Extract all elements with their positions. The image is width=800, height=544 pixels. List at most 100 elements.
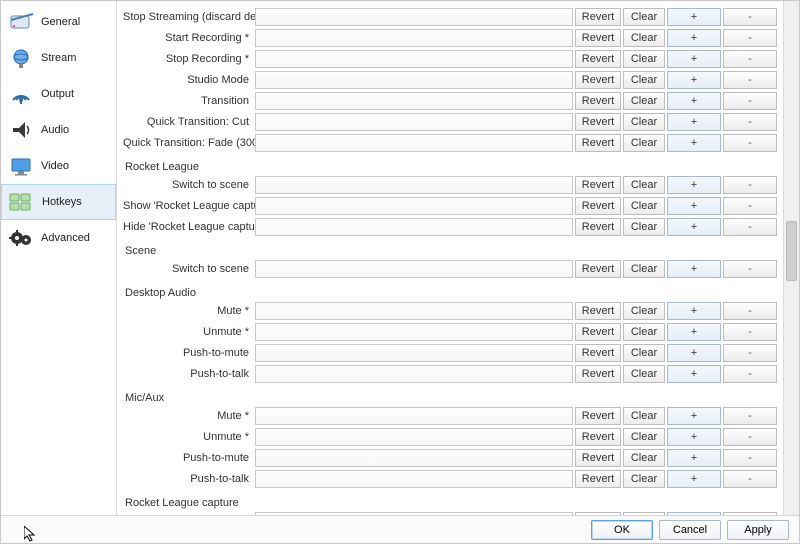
- add-button[interactable]: +: [667, 365, 721, 383]
- hotkey-input[interactable]: [255, 92, 573, 110]
- revert-button[interactable]: Revert: [575, 428, 621, 446]
- add-button[interactable]: +: [667, 8, 721, 26]
- hotkey-input[interactable]: [255, 407, 573, 425]
- remove-button[interactable]: -: [723, 449, 777, 467]
- revert-button[interactable]: Revert: [575, 8, 621, 26]
- hotkey-input[interactable]: [255, 8, 573, 26]
- add-button[interactable]: +: [667, 344, 721, 362]
- remove-button[interactable]: -: [723, 323, 777, 341]
- remove-button[interactable]: -: [723, 134, 777, 152]
- remove-button[interactable]: -: [723, 365, 777, 383]
- sidebar-item-output[interactable]: Output: [1, 76, 116, 112]
- clear-button[interactable]: Clear: [623, 449, 665, 467]
- hotkey-input[interactable]: [255, 71, 573, 89]
- add-button[interactable]: +: [667, 407, 721, 425]
- sidebar-item-video[interactable]: Video: [1, 148, 116, 184]
- hotkey-input[interactable]: [255, 113, 573, 131]
- add-button[interactable]: +: [667, 134, 721, 152]
- remove-button[interactable]: -: [723, 50, 777, 68]
- add-button[interactable]: +: [667, 92, 721, 110]
- add-button[interactable]: +: [667, 470, 721, 488]
- clear-button[interactable]: Clear: [623, 470, 665, 488]
- revert-button[interactable]: Revert: [575, 302, 621, 320]
- remove-button[interactable]: -: [723, 218, 777, 236]
- clear-button[interactable]: Clear: [623, 8, 665, 26]
- hotkey-input[interactable]: [255, 344, 573, 362]
- remove-button[interactable]: -: [723, 8, 777, 26]
- remove-button[interactable]: -: [723, 302, 777, 320]
- hotkey-input[interactable]: [255, 197, 573, 215]
- hotkey-input[interactable]: [255, 29, 573, 47]
- clear-button[interactable]: Clear: [623, 407, 665, 425]
- clear-button[interactable]: Clear: [623, 197, 665, 215]
- revert-button[interactable]: Revert: [575, 323, 621, 341]
- revert-button[interactable]: Revert: [575, 197, 621, 215]
- remove-button[interactable]: -: [723, 407, 777, 425]
- revert-button[interactable]: Revert: [575, 407, 621, 425]
- revert-button[interactable]: Revert: [575, 449, 621, 467]
- clear-button[interactable]: Clear: [623, 50, 665, 68]
- clear-button[interactable]: Clear: [623, 323, 665, 341]
- remove-button[interactable]: -: [723, 197, 777, 215]
- revert-button[interactable]: Revert: [575, 176, 621, 194]
- add-button[interactable]: +: [667, 428, 721, 446]
- hotkey-input[interactable]: [255, 50, 573, 68]
- add-button[interactable]: +: [667, 323, 721, 341]
- revert-button[interactable]: Revert: [575, 50, 621, 68]
- hotkey-input[interactable]: [255, 218, 573, 236]
- clear-button[interactable]: Clear: [623, 92, 665, 110]
- add-button[interactable]: +: [667, 302, 721, 320]
- sidebar-item-general[interactable]: General: [1, 4, 116, 40]
- add-button[interactable]: +: [667, 449, 721, 467]
- revert-button[interactable]: Revert: [575, 344, 621, 362]
- add-button[interactable]: +: [667, 71, 721, 89]
- hotkey-input[interactable]: [255, 302, 573, 320]
- hotkey-input[interactable]: [255, 134, 573, 152]
- sidebar-item-hotkeys[interactable]: Hotkeys: [1, 184, 116, 220]
- remove-button[interactable]: -: [723, 71, 777, 89]
- remove-button[interactable]: -: [723, 92, 777, 110]
- remove-button[interactable]: -: [723, 113, 777, 131]
- revert-button[interactable]: Revert: [575, 218, 621, 236]
- clear-button[interactable]: Clear: [623, 260, 665, 278]
- clear-button[interactable]: Clear: [623, 113, 665, 131]
- revert-button[interactable]: Revert: [575, 92, 621, 110]
- sidebar-item-advanced[interactable]: Advanced: [1, 220, 116, 256]
- add-button[interactable]: +: [667, 50, 721, 68]
- sidebar-item-stream[interactable]: Stream: [1, 40, 116, 76]
- apply-button[interactable]: Apply: [727, 520, 789, 540]
- hotkey-input[interactable]: [255, 176, 573, 194]
- add-button[interactable]: +: [667, 197, 721, 215]
- clear-button[interactable]: Clear: [623, 29, 665, 47]
- sidebar-item-audio[interactable]: Audio: [1, 112, 116, 148]
- revert-button[interactable]: Revert: [575, 113, 621, 131]
- clear-button[interactable]: Clear: [623, 71, 665, 89]
- revert-button[interactable]: Revert: [575, 470, 621, 488]
- add-button[interactable]: +: [667, 113, 721, 131]
- scrollbar-thumb[interactable]: [786, 221, 797, 281]
- hotkey-input[interactable]: [255, 260, 573, 278]
- ok-button[interactable]: OK: [591, 520, 653, 540]
- revert-button[interactable]: Revert: [575, 134, 621, 152]
- revert-button[interactable]: Revert: [575, 71, 621, 89]
- clear-button[interactable]: Clear: [623, 134, 665, 152]
- clear-button[interactable]: Clear: [623, 428, 665, 446]
- hotkey-input[interactable]: [255, 323, 573, 341]
- remove-button[interactable]: -: [723, 176, 777, 194]
- add-button[interactable]: +: [667, 218, 721, 236]
- vertical-scrollbar[interactable]: [783, 1, 799, 515]
- clear-button[interactable]: Clear: [623, 302, 665, 320]
- clear-button[interactable]: Clear: [623, 176, 665, 194]
- revert-button[interactable]: Revert: [575, 29, 621, 47]
- remove-button[interactable]: -: [723, 260, 777, 278]
- hotkey-input[interactable]: [255, 449, 573, 467]
- remove-button[interactable]: -: [723, 344, 777, 362]
- add-button[interactable]: +: [667, 176, 721, 194]
- hotkey-input[interactable]: [255, 470, 573, 488]
- remove-button[interactable]: -: [723, 470, 777, 488]
- remove-button[interactable]: -: [723, 29, 777, 47]
- hotkey-input[interactable]: [255, 428, 573, 446]
- add-button[interactable]: +: [667, 260, 721, 278]
- revert-button[interactable]: Revert: [575, 260, 621, 278]
- clear-button[interactable]: Clear: [623, 365, 665, 383]
